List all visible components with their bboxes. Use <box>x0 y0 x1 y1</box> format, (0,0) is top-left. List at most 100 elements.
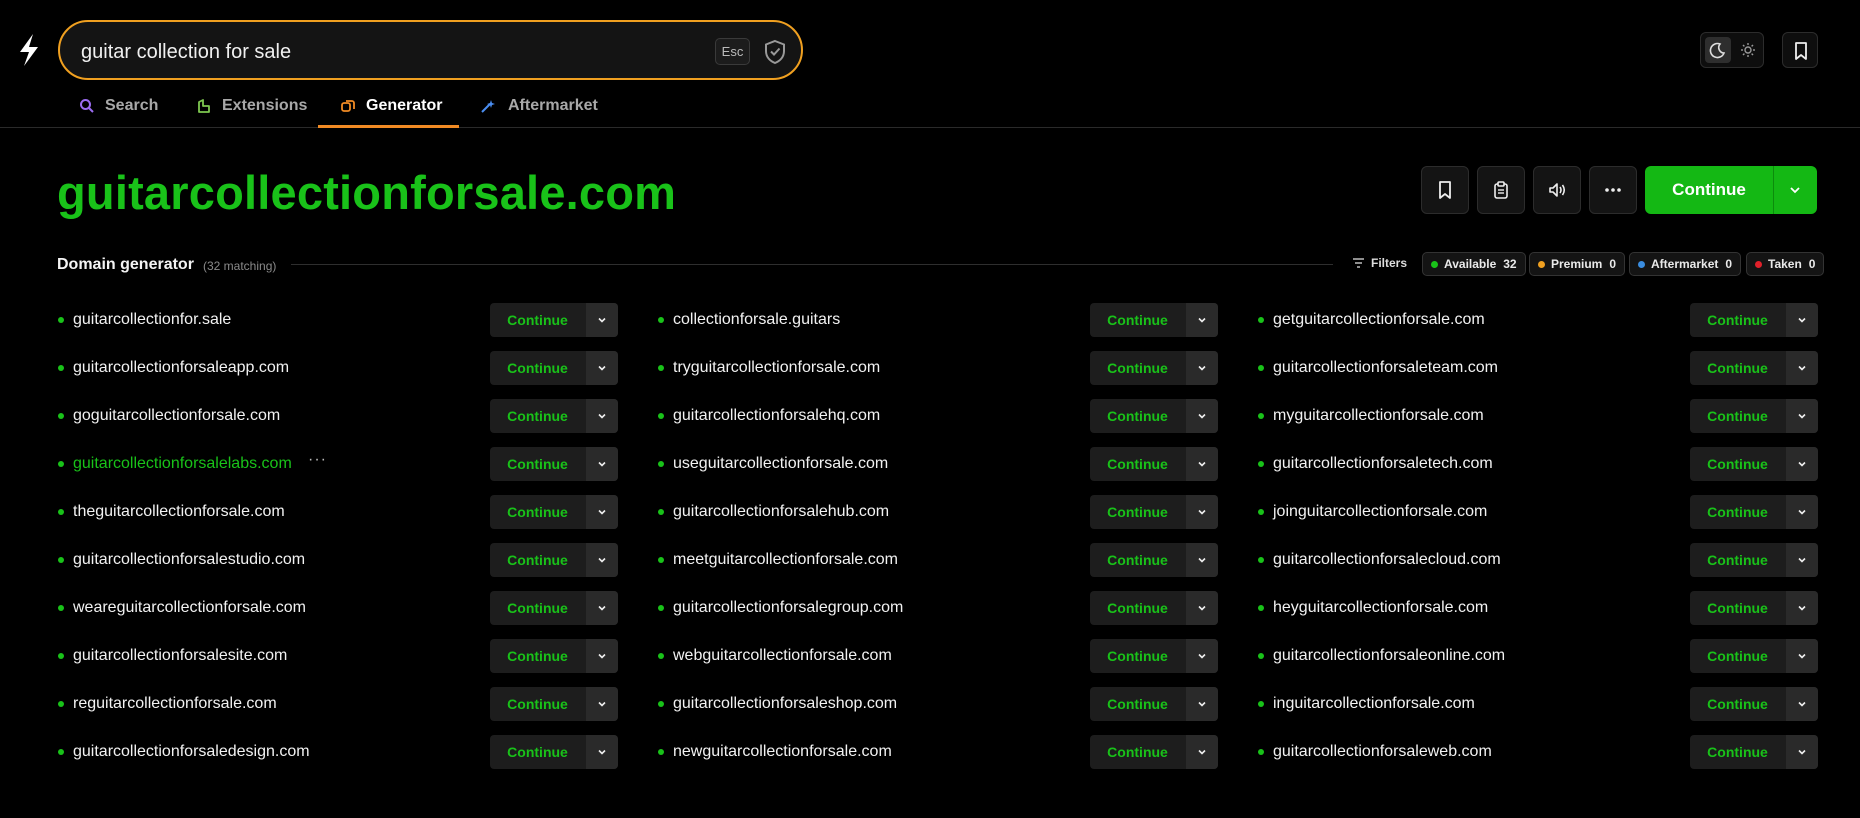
domain-name[interactable]: inguitarcollectionforsale.com <box>1273 695 1475 713</box>
row-continue-button[interactable]: Continue <box>1090 399 1185 433</box>
row-continue-split-button[interactable]: Continue <box>490 351 618 385</box>
domain-name[interactable]: guitarcollectionforsalehub.com <box>673 503 889 521</box>
chevron-down-icon[interactable] <box>1786 591 1818 625</box>
domain-name[interactable]: getguitarcollectionforsale.com <box>1273 311 1485 329</box>
domain-name[interactable]: guitarcollectionforsaleshop.com <box>673 695 897 713</box>
chevron-down-icon[interactable] <box>1786 351 1818 385</box>
row-continue-button[interactable]: Continue <box>1090 591 1185 625</box>
row-continue-button[interactable]: Continue <box>490 591 585 625</box>
domain-row[interactable]: guitarcollectionforsaleapp.com Continue <box>58 351 618 385</box>
chevron-down-icon[interactable] <box>586 639 618 673</box>
shield-check-icon[interactable] <box>762 38 788 66</box>
chevron-down-icon[interactable] <box>1186 687 1218 721</box>
domain-row[interactable]: inguitarcollectionforsale.com Continue <box>1258 687 1818 721</box>
chevron-down-icon[interactable] <box>1786 687 1818 721</box>
chevron-down-icon[interactable] <box>1186 591 1218 625</box>
row-continue-split-button[interactable]: Continue <box>490 303 618 337</box>
domain-name[interactable]: guitarcollectionforsaletech.com <box>1273 455 1493 473</box>
row-continue-split-button[interactable]: Continue <box>1690 543 1818 577</box>
esc-key-hint[interactable]: Esc <box>715 38 750 65</box>
sun-icon[interactable] <box>1735 37 1761 63</box>
row-continue-split-button[interactable]: Continue <box>1690 687 1818 721</box>
row-continue-button[interactable]: Continue <box>1690 399 1785 433</box>
row-continue-button[interactable]: Continue <box>1090 495 1185 529</box>
domain-row[interactable]: getguitarcollectionforsale.com Continue <box>1258 303 1818 337</box>
continue-split-button[interactable]: Continue <box>1645 166 1817 214</box>
row-continue-button[interactable]: Continue <box>1090 543 1185 577</box>
chevron-down-icon[interactable] <box>1786 303 1818 337</box>
moon-icon[interactable] <box>1705 37 1731 63</box>
chevron-down-icon[interactable] <box>586 351 618 385</box>
chevron-down-icon[interactable] <box>1186 303 1218 337</box>
domain-row[interactable]: goguitarcollectionforsale.com Continue <box>58 399 618 433</box>
chevron-down-icon[interactable] <box>586 543 618 577</box>
row-continue-split-button[interactable]: Continue <box>490 399 618 433</box>
saved-bookmarks-button[interactable] <box>1782 32 1818 68</box>
filters-button[interactable]: Filters <box>1352 256 1407 270</box>
domain-row[interactable]: reguitarcollectionforsale.com Continue <box>58 687 618 721</box>
row-continue-split-button[interactable]: Continue <box>1090 735 1218 769</box>
search-bar[interactable]: guitar collection for sale Esc <box>58 20 803 80</box>
tab-search[interactable]: Search <box>79 90 158 128</box>
domain-row[interactable]: guitarcollectionforsalestudio.com Continu… <box>58 543 618 577</box>
chevron-down-icon[interactable] <box>1186 495 1218 529</box>
chevron-down-icon[interactable] <box>1786 447 1818 481</box>
row-continue-button[interactable]: Continue <box>1690 303 1785 337</box>
row-continue-split-button[interactable]: Continue <box>1690 735 1818 769</box>
domain-name[interactable]: meetguitarcollectionforsale.com <box>673 551 898 569</box>
chevron-down-icon[interactable] <box>1786 543 1818 577</box>
domain-name[interactable]: guitarcollectionforsalecloud.com <box>1273 551 1501 569</box>
row-continue-split-button[interactable]: Continue <box>1090 591 1218 625</box>
chevron-down-icon[interactable] <box>586 687 618 721</box>
row-continue-button[interactable]: Continue <box>490 447 585 481</box>
row-continue-split-button[interactable]: Continue <box>1090 495 1218 529</box>
row-continue-button[interactable]: Continue <box>490 543 585 577</box>
domain-row[interactable]: guitarcollectionforsaledesign.com Continu… <box>58 735 618 769</box>
domain-row[interactable]: guitarcollectionforsalesite.com Continue <box>58 639 618 673</box>
row-continue-button[interactable]: Continue <box>1090 351 1185 385</box>
domain-row[interactable]: webguitarcollectionforsale.com Continue <box>658 639 1218 673</box>
row-continue-button[interactable]: Continue <box>490 351 585 385</box>
domain-row[interactable]: guitarcollectionforsaletech.com Continue <box>1258 447 1818 481</box>
domain-name[interactable]: guitarcollectionforsaleteam.com <box>1273 359 1498 377</box>
domain-name[interactable]: guitarcollectionforsaleonline.com <box>1273 647 1505 665</box>
more-options-button[interactable] <box>1589 166 1637 214</box>
domain-name[interactable]: weareguitarcollectionforsale.com <box>73 599 306 617</box>
row-continue-button[interactable]: Continue <box>1690 735 1785 769</box>
domain-name[interactable]: guitarcollectionforsalestudio.com <box>73 551 305 569</box>
row-continue-split-button[interactable]: Continue <box>1090 303 1218 337</box>
domain-name[interactable]: guitarcollectionforsalelabs.com <box>73 455 292 473</box>
row-continue-split-button[interactable]: Continue <box>1690 399 1818 433</box>
domain-name[interactable]: guitarcollectionforsaleapp.com <box>73 359 289 377</box>
domain-row[interactable]: guitarcollectionforsalehq.com Continue <box>658 399 1218 433</box>
chevron-down-icon[interactable] <box>1186 447 1218 481</box>
row-continue-button[interactable]: Continue <box>1690 495 1785 529</box>
row-continue-split-button[interactable]: Continue <box>490 639 618 673</box>
copy-button[interactable] <box>1477 166 1525 214</box>
row-continue-button[interactable]: Continue <box>1690 639 1785 673</box>
row-continue-split-button[interactable]: Continue <box>490 735 618 769</box>
row-continue-split-button[interactable]: Continue <box>1090 687 1218 721</box>
chevron-down-icon[interactable] <box>1786 399 1818 433</box>
chevron-down-icon[interactable] <box>586 735 618 769</box>
row-continue-split-button[interactable]: Continue <box>490 495 618 529</box>
domain-name[interactable]: guitarcollectionforsalehq.com <box>673 407 880 425</box>
row-continue-split-button[interactable]: Continue <box>1690 591 1818 625</box>
chevron-down-icon[interactable] <box>1186 735 1218 769</box>
domain-row[interactable]: guitarcollectionforsaleteam.com Continue <box>1258 351 1818 385</box>
row-continue-button[interactable]: Continue <box>1090 735 1185 769</box>
chevron-down-icon[interactable] <box>1786 735 1818 769</box>
row-continue-split-button[interactable]: Continue <box>1690 351 1818 385</box>
row-continue-button[interactable]: Continue <box>490 735 585 769</box>
row-continue-split-button[interactable]: Continue <box>1690 495 1818 529</box>
domain-row[interactable]: theguitarcollectionforsale.com Continue <box>58 495 618 529</box>
row-continue-button[interactable]: Continue <box>490 399 585 433</box>
domain-row[interactable]: weareguitarcollectionforsale.com Continue <box>58 591 618 625</box>
row-continue-button[interactable]: Continue <box>1690 543 1785 577</box>
domain-row[interactable]: guitarcollectionforsalegroup.com Continue <box>658 591 1218 625</box>
domain-row[interactable]: heyguitarcollectionforsale.com Continue <box>1258 591 1818 625</box>
filter-chip-taken[interactable]: Taken 0 <box>1746 252 1825 276</box>
row-continue-split-button[interactable]: Continue <box>490 543 618 577</box>
row-continue-split-button[interactable]: Continue <box>1690 447 1818 481</box>
domain-row[interactable]: useguitarcollectionforsale.com Continue <box>658 447 1218 481</box>
